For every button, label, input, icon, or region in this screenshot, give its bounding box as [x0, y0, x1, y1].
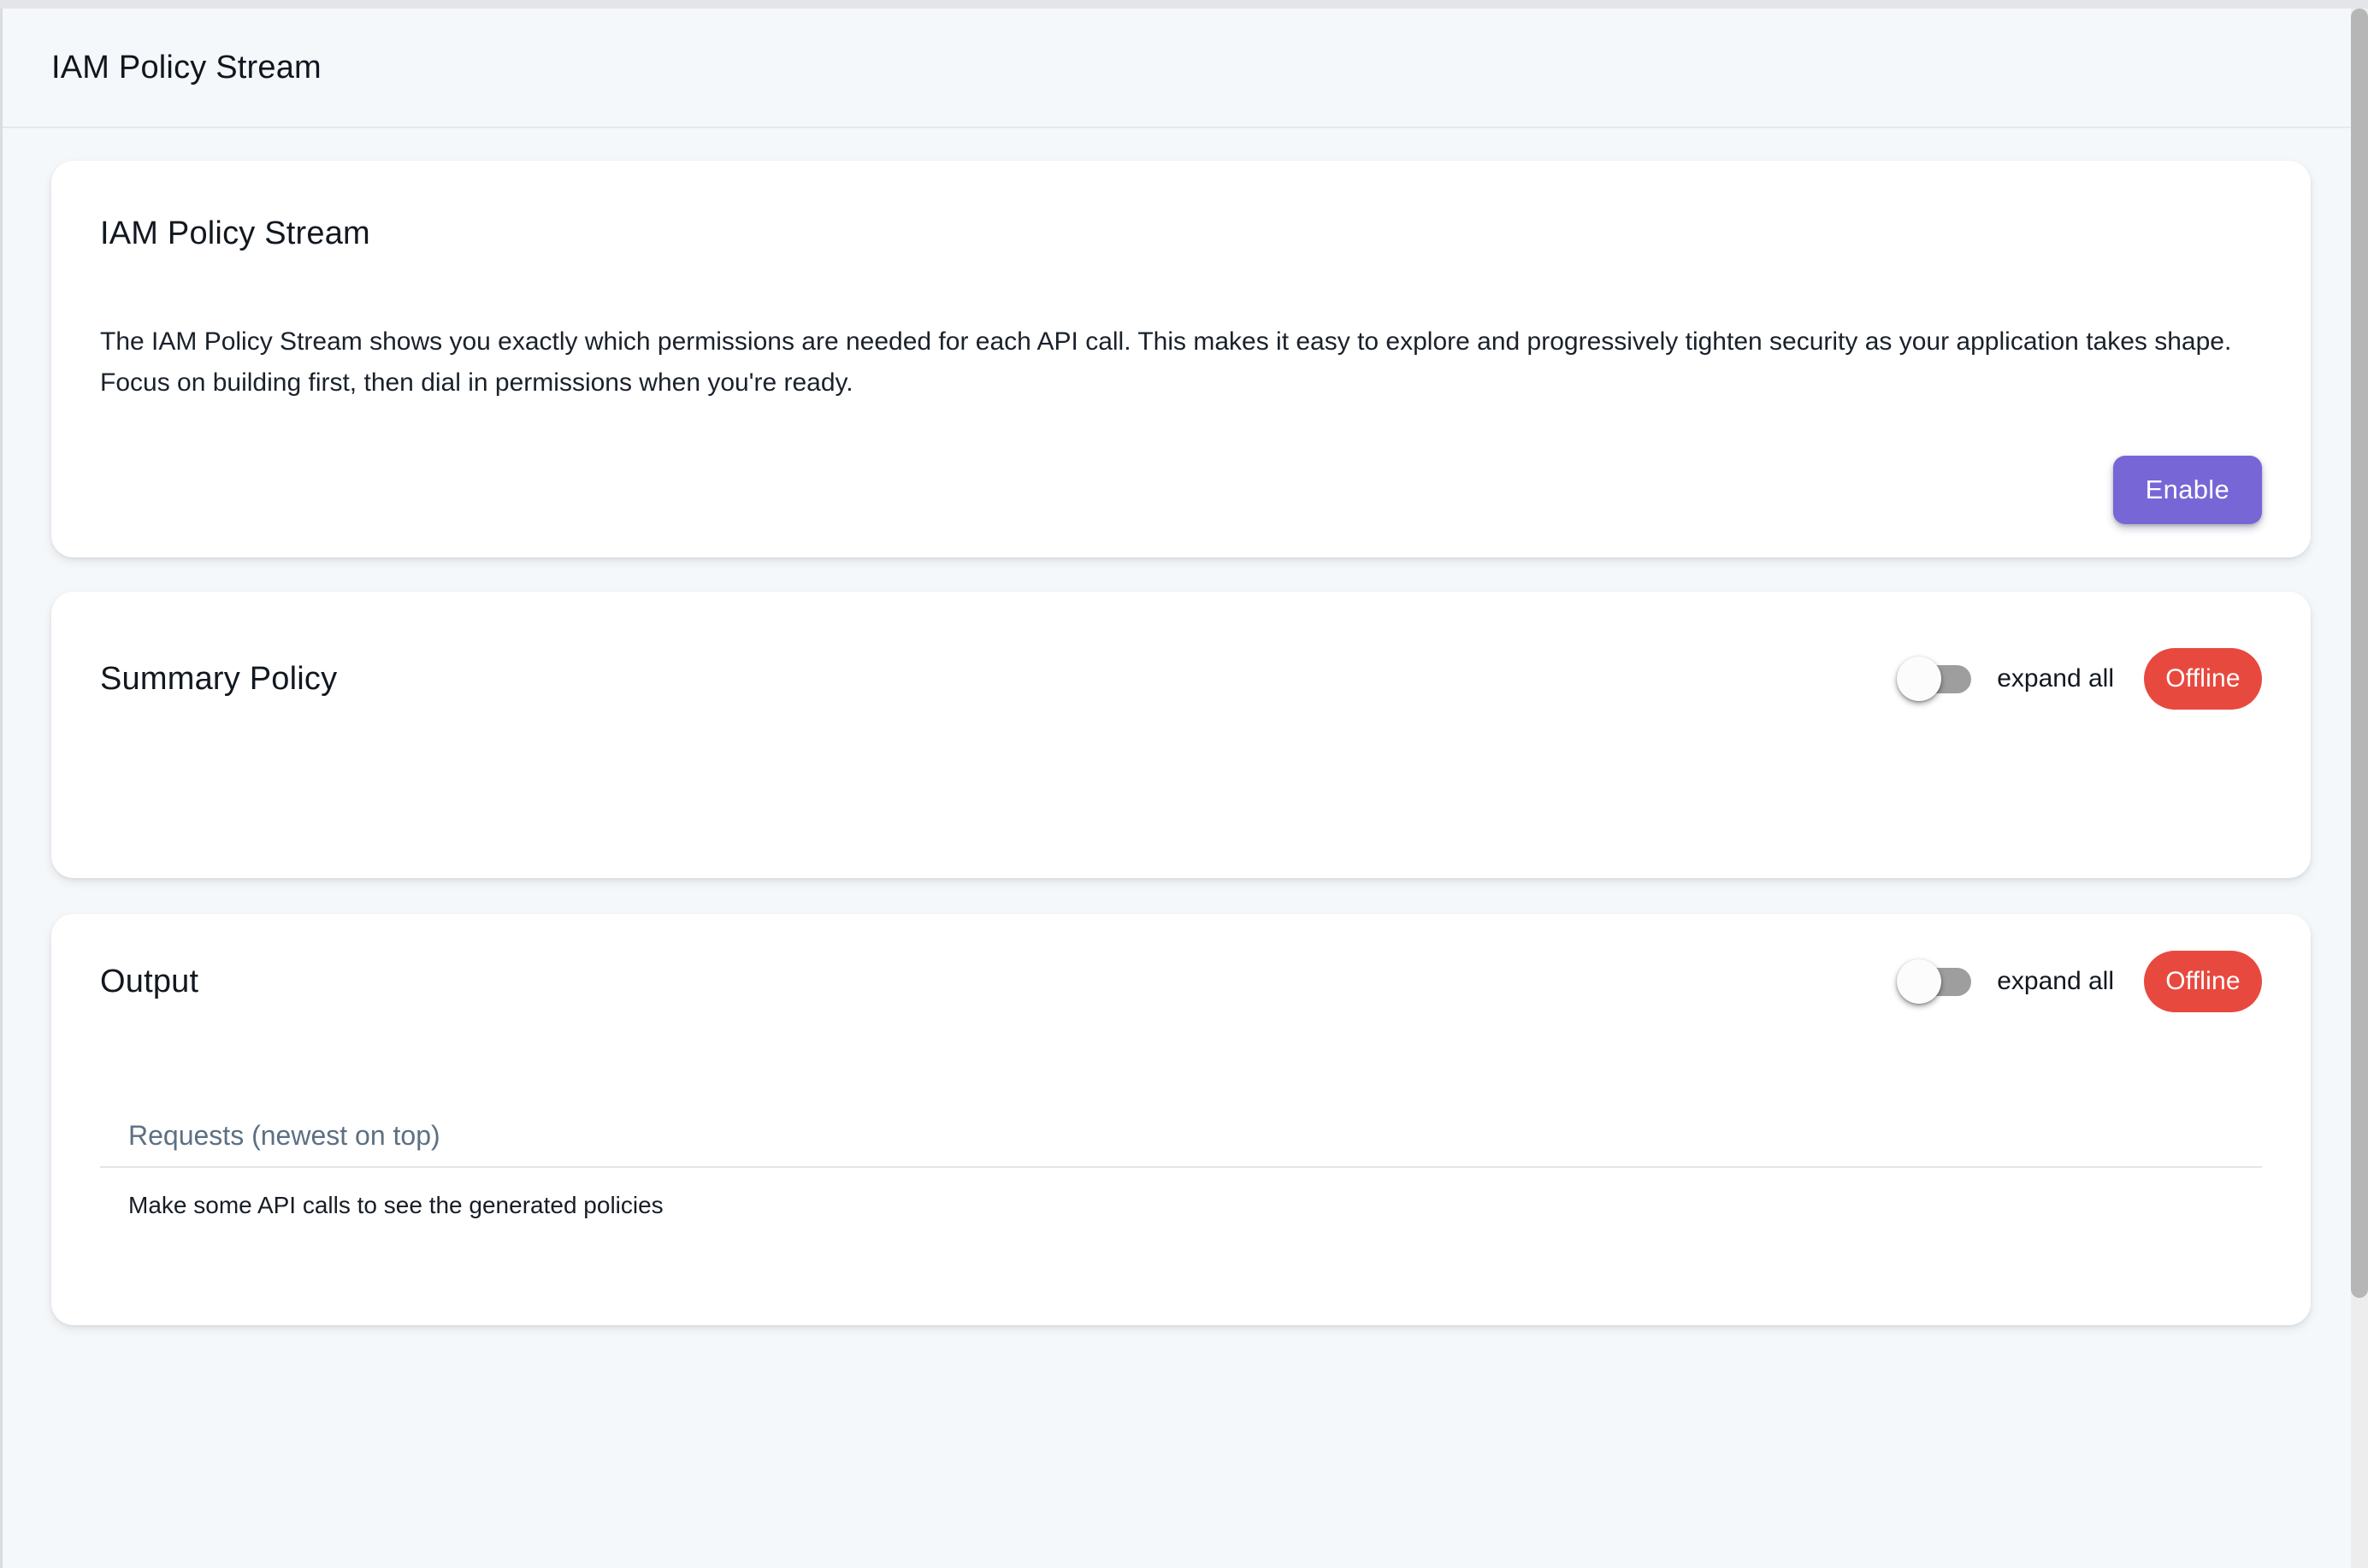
window-top-edge: [0, 0, 2368, 9]
main-content: IAM Policy Stream The IAM Policy Stream …: [3, 130, 2351, 1568]
scrollbar-thumb[interactable]: [2351, 9, 2368, 1298]
page-title: IAM Policy Stream: [3, 9, 2351, 127]
scrollbar-track[interactable]: [2351, 9, 2368, 1568]
output-expand-all-toggle[interactable]: [1899, 968, 1971, 996]
summary-expand-all-toggle[interactable]: [1899, 665, 1971, 693]
requests-empty-message: Make some API calls to see the generated…: [100, 1190, 2262, 1221]
output-offline-status-badge: Offline: [2144, 951, 2262, 1012]
requests-section: Requests (newest on top) Make some API c…: [100, 1117, 2262, 1221]
requests-divider: [100, 1166, 2262, 1168]
toggle-knob: [1897, 959, 1941, 1004]
output-header-row: Output expand all Offline: [100, 951, 2262, 1012]
page-header: IAM Policy Stream: [3, 9, 2351, 128]
summary-policy-card: Summary Policy expand all Offline: [51, 592, 2311, 878]
enable-button[interactable]: Enable: [2113, 456, 2262, 524]
intro-card-title: IAM Policy Stream: [100, 214, 2262, 253]
output-expand-all-label: expand all: [1997, 967, 2114, 996]
toggle-knob: [1897, 657, 1941, 701]
intro-card-description: The IAM Policy Stream shows you exactly …: [100, 321, 2238, 404]
summary-policy-header-row: Summary Policy expand all Offline: [100, 648, 2262, 710]
summary-offline-status-badge: Offline: [2144, 648, 2262, 710]
requests-header: Requests (newest on top): [100, 1117, 2262, 1153]
output-title: Output: [100, 962, 1899, 1001]
summary-expand-all-label: expand all: [1997, 664, 2114, 693]
intro-card: IAM Policy Stream The IAM Policy Stream …: [51, 161, 2311, 557]
app-window: IAM Policy Stream IAM Policy Stream The …: [0, 0, 2368, 1568]
output-card: Output expand all Offline Requests (newe…: [51, 914, 2311, 1325]
summary-policy-title: Summary Policy: [100, 659, 1899, 699]
